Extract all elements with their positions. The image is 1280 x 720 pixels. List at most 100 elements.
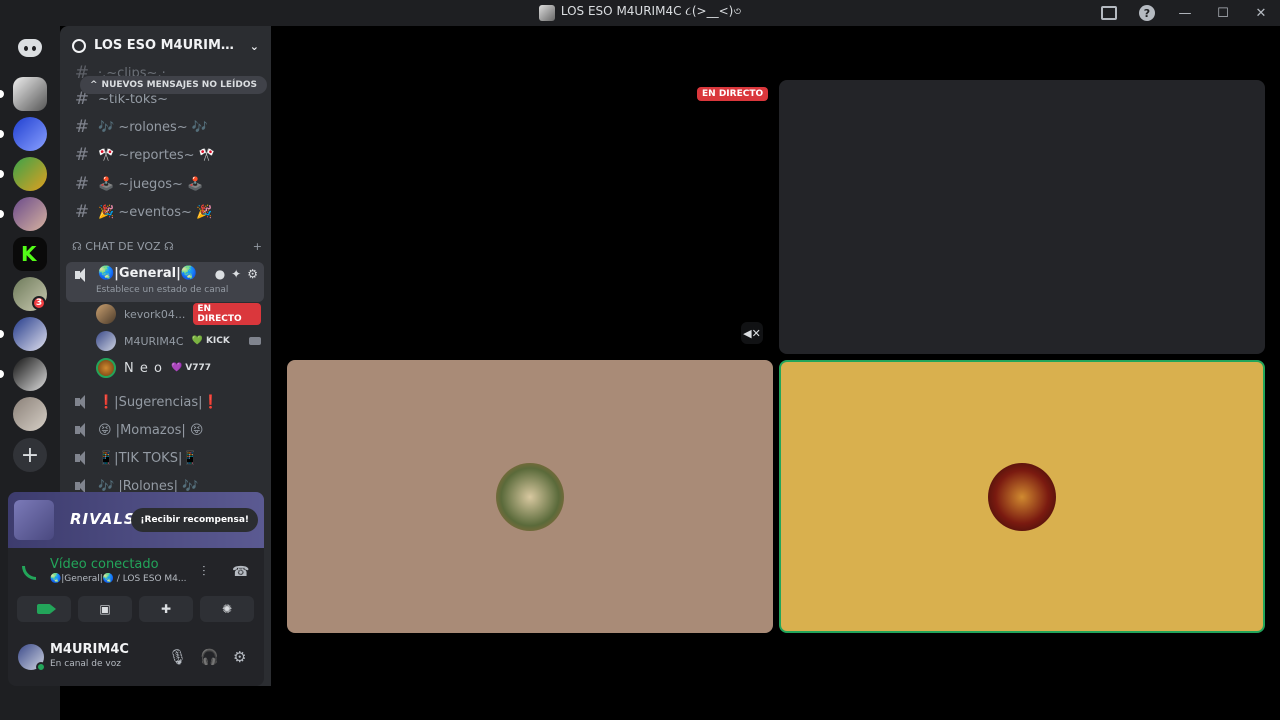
maximize-icon: ☐: [1217, 5, 1229, 21]
server-icon-bw[interactable]: [13, 357, 47, 391]
channel-name: 😝 |Momazos| 😝: [98, 422, 204, 438]
voice-member[interactable]: M4URIM4C 💚 KICK: [96, 330, 261, 352]
category-label: ☊ CHAT DE VOZ ☊: [72, 240, 174, 253]
text-channel-reportes[interactable]: # 🎌 ~reportes~ 🎌: [68, 142, 263, 168]
voice-member[interactable]: N e o 💜 V777: [96, 357, 261, 379]
avatar: [96, 331, 116, 351]
server-icon: [538, 5, 555, 21]
activities-button[interactable]: ✚: [139, 596, 193, 622]
channel-name: ❗|Sugerencias|❗: [98, 394, 219, 410]
server-icon-robot[interactable]: [13, 317, 47, 351]
screen-share-icon: ▣: [99, 602, 111, 616]
channel-status-prompt[interactable]: Establece un estado de canal: [96, 285, 228, 295]
unread-pill-indicator: [0, 170, 4, 178]
disconnect-icon[interactable]: ☎: [232, 564, 249, 580]
camera-button[interactable]: [17, 596, 71, 622]
camera-icon: [37, 604, 56, 614]
unread-pill-indicator: [0, 370, 4, 378]
create-channel-icon[interactable]: +: [253, 240, 262, 253]
minimize-icon: —: [1178, 5, 1192, 21]
voice-member[interactable]: kevork04... EN DIRECTO: [96, 303, 261, 325]
chevron-up-icon: ^: [90, 80, 98, 90]
soundboard-button[interactable]: ✺: [200, 596, 254, 622]
avatar: [988, 462, 1056, 531]
plus-icon: +: [20, 442, 40, 468]
headphones-icon[interactable]: 🎧: [200, 648, 219, 666]
guild-name: LOS ESO M4URIM4C ૮(>__<)৩: [94, 37, 242, 53]
unread-pill-indicator: [0, 130, 4, 138]
close-button[interactable]: ✕: [1242, 0, 1280, 26]
channel-name: 🕹️ ~juegos~ 🕹️: [98, 176, 204, 192]
video-stage: EN DIRECTO ◀✕: [271, 26, 1280, 720]
promo-brand: RIVALS: [70, 510, 136, 528]
channel-name: 🎉 ~eventos~ 🎉: [98, 204, 213, 220]
maximize-button[interactable]: ☐: [1204, 0, 1242, 26]
speaker-icon: [74, 479, 90, 493]
promo-thumbnail: [14, 500, 54, 540]
window-title-text: LOS ESO M4URIM4C ૮(>__<)৩: [560, 4, 742, 18]
help-icon: ?: [1139, 5, 1155, 21]
unread-label: NUEVOS MENSAJES NO LEÍDOS: [101, 80, 257, 90]
server-icon-jacko[interactable]: [13, 157, 47, 191]
gear-icon[interactable]: ⚙: [247, 267, 258, 281]
voice-channel-general[interactable]: 🌏|General|🌏 Establece un estado de canal…: [66, 262, 264, 302]
video-tile-empty[interactable]: [779, 80, 1265, 354]
minimize-button[interactable]: —: [1166, 0, 1204, 26]
member-name: N e o: [124, 360, 163, 376]
add-server-button[interactable]: +: [13, 438, 47, 472]
voice-channel-momazos[interactable]: 😝 |Momazos| 😝: [68, 417, 263, 443]
inbox-icon: [1101, 6, 1117, 20]
help-button[interactable]: ?: [1128, 0, 1166, 26]
chevron-down-icon: ⌄: [249, 39, 259, 53]
live-badge: EN DIRECTO: [193, 303, 261, 325]
member-name: M4URIM4C: [124, 334, 184, 348]
hash-icon: #: [74, 117, 90, 137]
text-channel-rolones[interactable]: # 🎶 ~rolones~ 🎶: [68, 114, 263, 140]
invite-icon[interactable]: ✦: [231, 267, 241, 281]
connection-location[interactable]: 🌏|General|🌏 / LOS ESO M4...: [50, 574, 186, 584]
mention-badge: 3: [32, 296, 46, 310]
member-tag: 💜 V777: [170, 363, 212, 373]
member-tag: 💚 KICK: [191, 336, 230, 346]
voice-channel-sugerencias[interactable]: ❗|Sugerencias|❗: [68, 389, 263, 415]
discord-home-icon[interactable]: [18, 39, 42, 57]
camera-icon: [249, 337, 261, 345]
chat-bubble-icon[interactable]: ●: [215, 267, 225, 281]
text-channel-juegos[interactable]: # 🕹️ ~juegos~ 🕹️: [68, 171, 263, 197]
noise-suppression-icon[interactable]: ⫶: [202, 564, 206, 580]
inbox-button[interactable]: [1090, 0, 1128, 26]
hash-icon: #: [74, 174, 90, 194]
server-icon-stonks[interactable]: [13, 117, 47, 151]
channel-name: 🎶 ~rolones~ 🎶: [98, 119, 209, 135]
close-icon: ✕: [1255, 5, 1267, 21]
member-name: kevork04...: [124, 307, 186, 321]
channel-name: 📱|TIK TOKS|📱: [98, 450, 199, 466]
promo-banner: RIVALS ¡Recibir recompensa!: [8, 492, 264, 548]
hash-icon: #: [74, 145, 90, 165]
settings-gear-icon[interactable]: ⚙: [233, 648, 246, 666]
server-icon-anime[interactable]: [13, 197, 47, 231]
unread-messages-pill[interactable]: ^ NUEVOS MENSAJES NO LEÍDOS: [80, 76, 267, 94]
voice-category-header[interactable]: ☊ CHAT DE VOZ ☊ +: [72, 240, 262, 253]
screen-share-button[interactable]: ▣: [78, 596, 132, 622]
connection-status[interactable]: Vídeo conectado: [50, 557, 159, 572]
video-tile-speaking[interactable]: [779, 360, 1265, 633]
stream-mute-button[interactable]: ◀✕: [741, 322, 763, 344]
video-tile-user[interactable]: [287, 360, 773, 633]
channel-name: 🎌 ~reportes~ 🎌: [98, 147, 215, 163]
voice-channel-tiktoks[interactable]: 📱|TIK TOKS|📱: [68, 445, 263, 471]
unread-pill-indicator: [0, 210, 4, 218]
kick-logo-icon: K: [21, 242, 37, 266]
username[interactable]: M4URIM4C: [50, 642, 129, 657]
server-icon-active[interactable]: [13, 77, 47, 111]
claim-reward-button[interactable]: ¡Recibir recompensa!: [131, 508, 258, 532]
server-icon-cat[interactable]: [13, 397, 47, 431]
guild-badge-icon: [72, 39, 86, 53]
speaker-icon: [74, 268, 90, 282]
activities-icon: ✚: [160, 602, 172, 616]
microphone-icon[interactable]: 🎙: [168, 648, 187, 666]
voice-connection-panel: Vídeo conectado 🌏|General|🌏 / LOS ESO M4…: [8, 548, 264, 636]
hash-icon: #: [74, 202, 90, 222]
text-channel-eventos[interactable]: # 🎉 ~eventos~ 🎉: [68, 199, 263, 225]
unread-pill-indicator: [0, 330, 4, 338]
